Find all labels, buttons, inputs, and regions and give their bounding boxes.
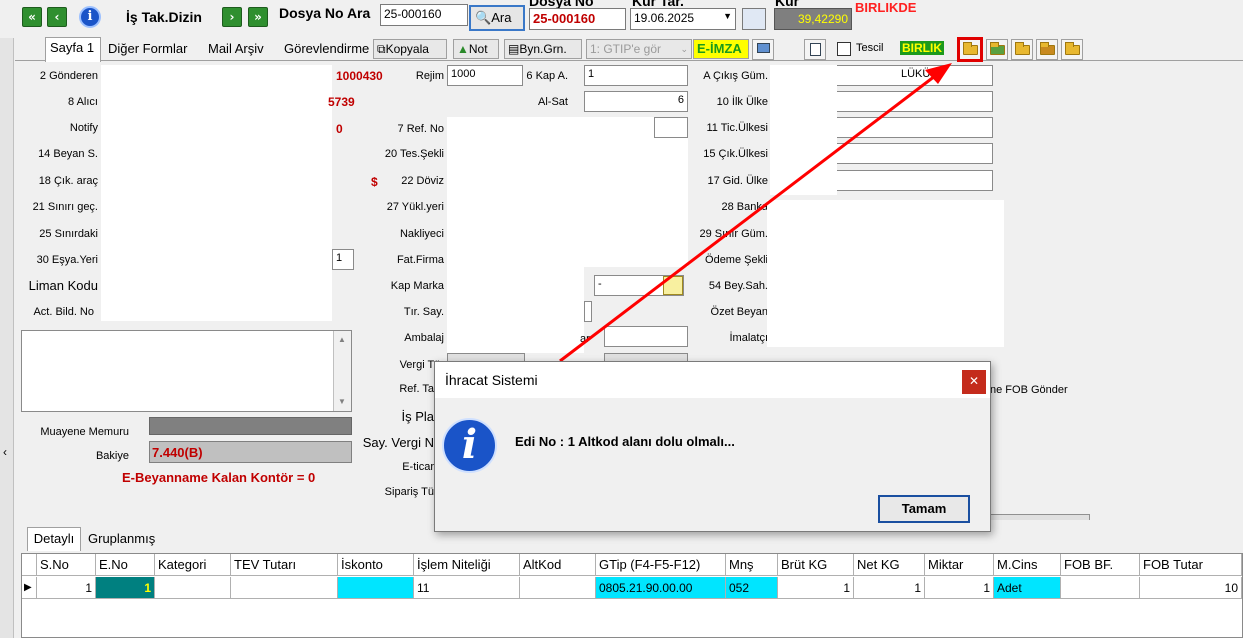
column-header[interactable]: GTip (F4-F5-F12): [596, 554, 726, 576]
cell-miktar[interactable]: 1: [925, 577, 994, 599]
column-header[interactable]: AltKod: [520, 554, 596, 576]
cell-sno[interactable]: 1: [37, 577, 96, 599]
column-header[interactable]: Miktar: [925, 554, 994, 576]
cell-eno[interactable]: 1: [96, 577, 155, 599]
cell-fob-tutar[interactable]: 10: [1140, 577, 1242, 599]
cell-brut-kg[interactable]: 1: [778, 577, 854, 599]
column-header[interactable]: İşlem Niteliği: [414, 554, 520, 576]
column-header[interactable]: Net KG: [854, 554, 925, 576]
items-table: S.No E.No Kategori TEV Tutarı İskonto İş…: [21, 553, 1243, 638]
column-header[interactable]: S.No: [37, 554, 96, 576]
app-window: « ‹ i İş Tak.Dizin › » Dosya No Ara 25-0…: [0, 0, 1243, 638]
row-indicator-header: [22, 554, 37, 576]
column-header[interactable]: M.Cins: [994, 554, 1061, 576]
cell-tev-tutari[interactable]: [231, 577, 338, 599]
tab-gruplanmis[interactable]: Gruplanmış: [88, 531, 155, 546]
cell-islem-niteligi[interactable]: 11: [414, 577, 520, 599]
error-dialog: İhracat Sistemi ✕ i Edi No : 1 Altkod al…: [434, 361, 991, 532]
cell-iskonto[interactable]: [338, 577, 414, 599]
dialog-title: İhracat Sistemi: [435, 362, 990, 398]
cell-kategori[interactable]: [155, 577, 231, 599]
cell-gtip[interactable]: 0805.21.90.00.00: [596, 577, 726, 599]
column-header[interactable]: Brüt KG: [778, 554, 854, 576]
row-pointer-icon[interactable]: ▶: [22, 577, 37, 599]
column-header[interactable]: TEV Tutarı: [231, 554, 338, 576]
dialog-body: i Edi No : 1 Altkod alanı dolu olmalı...…: [435, 398, 990, 531]
close-icon[interactable]: ✕: [962, 370, 986, 394]
column-header[interactable]: E.No: [96, 554, 155, 576]
column-header[interactable]: İskonto: [338, 554, 414, 576]
information-icon: i: [442, 418, 497, 473]
column-header[interactable]: Kategori: [155, 554, 231, 576]
column-header[interactable]: FOB Tutar: [1140, 554, 1242, 576]
ok-button[interactable]: Tamam: [878, 495, 970, 523]
cell-fob-bf[interactable]: [1061, 577, 1140, 599]
cell-net-kg[interactable]: 1: [854, 577, 925, 599]
column-header[interactable]: FOB BF.: [1061, 554, 1140, 576]
tab-detayli[interactable]: Detaylı: [27, 527, 81, 551]
cell-mense[interactable]: 052: [726, 577, 778, 599]
cell-m-cins[interactable]: Adet: [994, 577, 1061, 599]
column-header[interactable]: Mnş: [726, 554, 778, 576]
dialog-message: Edi No : 1 Altkod alanı dolu olmalı...: [515, 434, 735, 449]
cell-altkod[interactable]: [520, 577, 596, 599]
